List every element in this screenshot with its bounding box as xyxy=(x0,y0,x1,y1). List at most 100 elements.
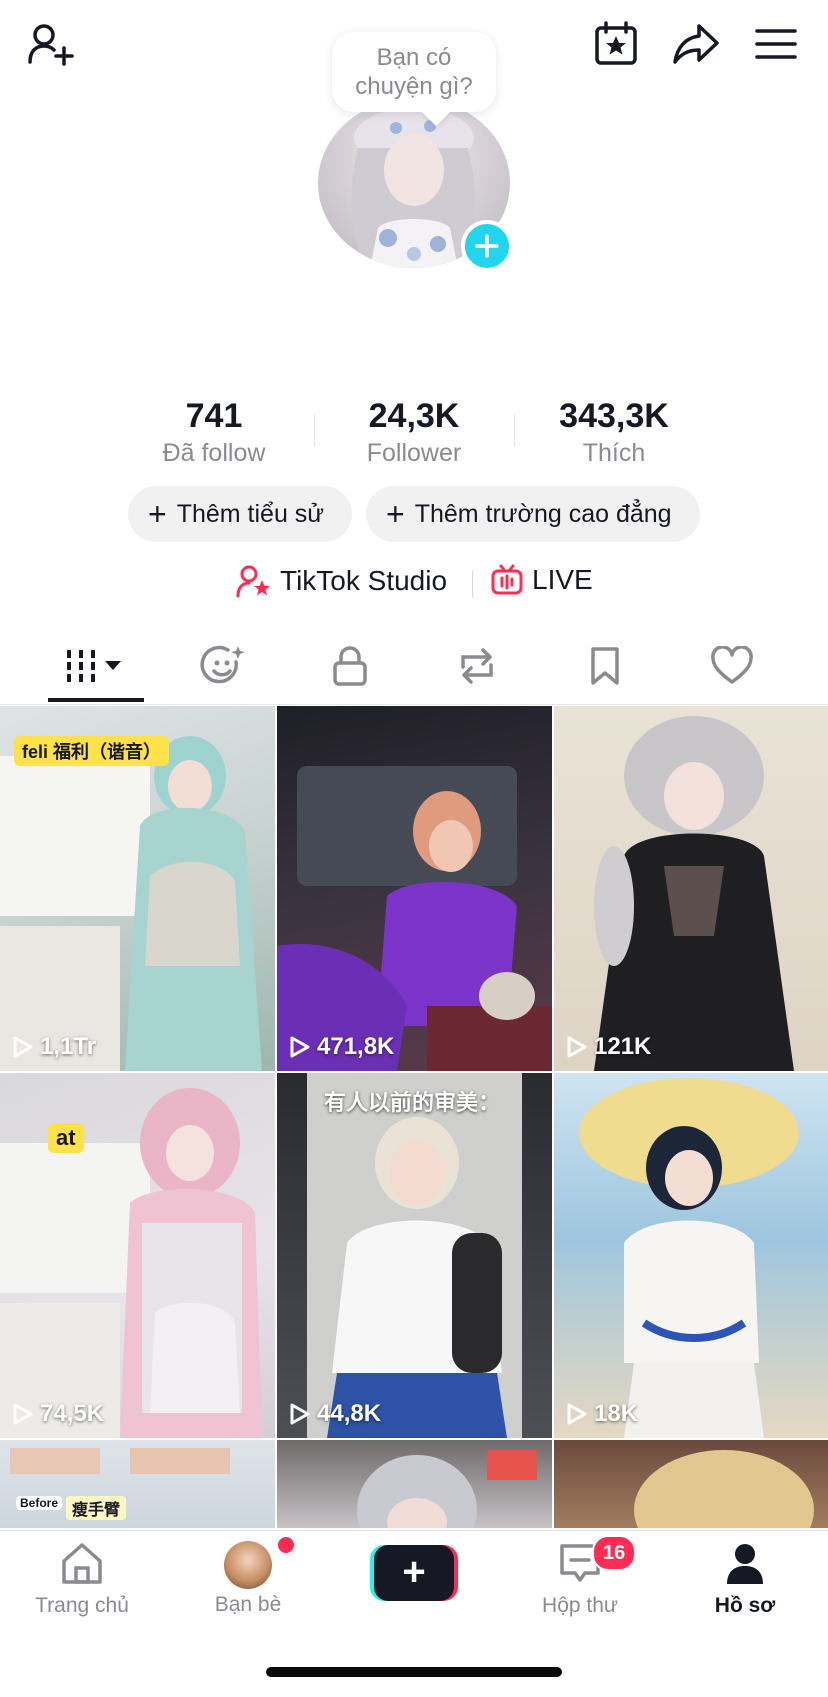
tab-videos[interactable] xyxy=(50,628,140,704)
nav-home-label: Trang chủ xyxy=(35,1594,129,1617)
nav-friends-label: Bạn bè xyxy=(214,1593,282,1616)
plus-icon xyxy=(475,234,499,258)
play-icon xyxy=(290,1403,310,1425)
view-count-text: 1,1Tr xyxy=(40,1033,97,1060)
link-divider xyxy=(472,570,473,598)
add-story-button[interactable] xyxy=(461,220,513,272)
add-bio-label: Thêm tiểu sử xyxy=(176,499,325,528)
view-count: 18K xyxy=(566,1400,638,1428)
friends-notification-dot xyxy=(276,1535,296,1555)
plus-icon: + xyxy=(148,496,167,532)
add-school-label: Thêm trường cao đẳng xyxy=(414,499,672,528)
video-thumbnail[interactable]: at 74,5K xyxy=(0,1073,275,1438)
video-thumbnail[interactable]: 121K xyxy=(554,706,828,1071)
following-label: Đã follow xyxy=(162,439,266,467)
person-plus-icon xyxy=(28,24,74,66)
status-note-bubble[interactable]: Bạn có chuyện gì? xyxy=(332,32,496,112)
followers-stat[interactable]: 24,3K Follower xyxy=(314,396,514,468)
video-thumbnail[interactable] xyxy=(554,1440,828,1528)
heart-icon xyxy=(711,646,753,684)
likes-label: Thích xyxy=(582,439,646,467)
studio-person-star-icon xyxy=(236,565,270,598)
following-stat[interactable]: 741 Đã follow xyxy=(114,396,314,468)
live-link[interactable]: LIVE xyxy=(490,564,593,596)
nav-home[interactable]: Trang chủ xyxy=(12,1541,152,1618)
nav-profile[interactable]: Hồ sơ xyxy=(675,1541,815,1618)
caption-tag: at xyxy=(48,1123,84,1153)
add-school-button[interactable]: + Thêm trường cao đẳng xyxy=(366,486,700,542)
following-count: 741 xyxy=(185,397,243,435)
repost-arrows-icon xyxy=(461,648,493,684)
view-count: 121K xyxy=(566,1033,651,1061)
content-tabs xyxy=(0,628,828,705)
play-icon xyxy=(13,1403,33,1425)
add-friend-button[interactable] xyxy=(24,18,76,70)
studio-label: TikTok Studio xyxy=(280,565,448,596)
home-icon xyxy=(62,1543,102,1584)
view-count-text: 471,8K xyxy=(317,1033,395,1060)
hamburger-menu-icon xyxy=(755,29,797,59)
create-button[interactable]: + xyxy=(370,1545,458,1601)
tab-reposts[interactable] xyxy=(432,628,522,704)
plus-icon: + xyxy=(386,496,405,532)
nav-inbox-label: Hộp thư xyxy=(542,1594,618,1617)
calendar-star-icon xyxy=(595,21,637,65)
nav-friends[interactable]: Bạn bè xyxy=(178,1541,318,1617)
view-count: 74,5K xyxy=(12,1400,104,1428)
play-icon xyxy=(567,1403,587,1425)
calendar-button[interactable] xyxy=(590,18,642,70)
view-count-text: 74,5K xyxy=(40,1400,105,1427)
likes-count: 343,3K xyxy=(559,397,669,435)
bubble-line-1: Bạn có xyxy=(376,44,452,71)
video-thumbnail[interactable]: Before 瘦手臂 xyxy=(0,1440,275,1528)
play-icon xyxy=(567,1036,587,1058)
followers-label: Follower xyxy=(366,439,462,467)
live-tv-icon xyxy=(491,564,523,595)
tab-private[interactable] xyxy=(305,628,395,704)
bubble-line-2: chuyện gì? xyxy=(355,73,473,100)
video-thumbnail[interactable]: feli 福利（谐音） 1,1Tr xyxy=(0,706,275,1071)
view-count: 471,8K xyxy=(289,1033,394,1061)
view-count-text: 18K xyxy=(594,1400,639,1427)
profile-person-icon xyxy=(727,1544,763,1584)
tab-reposts-smile[interactable] xyxy=(178,628,268,704)
caption-text: feli 福利（谐音） xyxy=(22,742,162,762)
share-arrow-icon xyxy=(673,24,719,64)
tab-liked[interactable] xyxy=(687,628,777,704)
tiktok-studio-link[interactable]: TikTok Studio xyxy=(236,564,447,598)
home-indicator xyxy=(266,1667,562,1677)
nav-profile-label: Hồ sơ xyxy=(714,1594,776,1617)
view-count: 44,8K xyxy=(289,1400,381,1428)
video-thumbnail[interactable]: 有人以前的审美： 44,8K xyxy=(277,1073,552,1438)
view-count-text: 121K xyxy=(594,1033,652,1060)
likes-stat[interactable]: 343,3K Thích xyxy=(514,396,714,468)
active-tab-indicator xyxy=(48,698,144,702)
caption-tag: feli 福利（谐音） xyxy=(14,736,170,766)
reposts-smile-icon xyxy=(200,645,245,684)
create-plus-icon: + xyxy=(374,1545,454,1601)
bookmark-icon xyxy=(591,647,619,685)
live-label: LIVE xyxy=(532,564,593,595)
view-count-text: 44,8K xyxy=(317,1400,382,1427)
videos-grid-icon xyxy=(67,650,121,682)
private-lock-icon xyxy=(333,646,367,686)
play-icon xyxy=(13,1036,33,1058)
video-overlay-caption: 有人以前的审美： xyxy=(324,1090,501,1115)
video-thumbnail[interactable]: 471,8K xyxy=(277,706,552,1071)
caption-tag: 瘦手臂 xyxy=(66,1496,127,1520)
add-bio-button[interactable]: + Thêm tiểu sử xyxy=(128,486,352,542)
tab-saved[interactable] xyxy=(560,628,650,704)
video-thumbnail[interactable] xyxy=(277,1440,552,1528)
view-count: 1,1Tr xyxy=(12,1033,96,1061)
share-button[interactable] xyxy=(670,18,722,70)
caption-tag: Before xyxy=(16,1496,63,1510)
menu-button[interactable] xyxy=(750,18,802,70)
followers-count: 24,3K xyxy=(368,397,460,435)
inbox-badge: 16 xyxy=(592,1535,637,1571)
caption-text: Before xyxy=(20,1496,59,1510)
caption-text: at xyxy=(56,1125,76,1150)
caption-text: 瘦手臂 xyxy=(72,1502,121,1519)
play-icon xyxy=(290,1036,310,1058)
friend-avatar xyxy=(224,1541,272,1589)
video-thumbnail[interactable]: 18K xyxy=(554,1073,828,1438)
